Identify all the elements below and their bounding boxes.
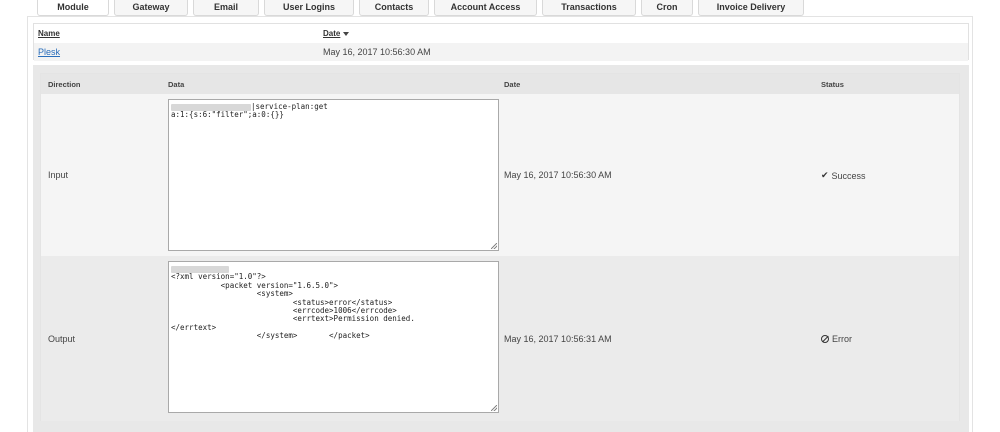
log-detail: Direction Data Date Status Input |servic… bbox=[33, 65, 969, 432]
row-date: May 16, 2017 10:56:30 AM bbox=[504, 170, 612, 180]
name-column-header[interactable]: Name bbox=[38, 29, 60, 38]
direction-value: Input bbox=[48, 170, 69, 180]
data-line: <errtext>Permission denied. bbox=[171, 314, 415, 324]
tab-transactions[interactable]: Transactions bbox=[542, 0, 636, 16]
tab-contacts[interactable]: Contacts bbox=[359, 0, 429, 16]
tab-invoice-delivery[interactable]: Invoice Delivery bbox=[698, 0, 804, 16]
date-column-header[interactable]: Date bbox=[323, 29, 350, 38]
status-badge: ✔ Success bbox=[821, 170, 866, 181]
detail-row-output: Output <?xml version="1.0"?> <packet ver… bbox=[41, 256, 959, 421]
tab-user-logins[interactable]: User Logins bbox=[264, 0, 354, 16]
status-text: Success bbox=[831, 170, 866, 181]
module-log-panel: Name Date Plesk May 16, 2017 10:56:30 AM… bbox=[27, 16, 973, 432]
data-line: </system> </packet> bbox=[171, 331, 370, 341]
check-icon: ✔ bbox=[821, 170, 829, 180]
status-header: Status bbox=[821, 80, 844, 89]
tab-email[interactable]: Email bbox=[193, 0, 259, 16]
resize-handle-icon[interactable] bbox=[491, 405, 497, 411]
tab-account-access[interactable]: Account Access bbox=[434, 0, 537, 16]
data-line: a:1:{s:6:"filter";a:0:{}} bbox=[171, 110, 284, 120]
tab-cron[interactable]: Cron bbox=[641, 0, 693, 16]
direction-header: Direction bbox=[48, 80, 81, 89]
detail-row-input: Input |service-plan:get a:1:{s:6:"filter… bbox=[41, 94, 959, 256]
tab-module[interactable]: Module bbox=[37, 0, 109, 16]
status-text: Error bbox=[832, 334, 852, 344]
detail-table: Direction Data Date Status Input |servic… bbox=[40, 73, 960, 421]
direction-value: Output bbox=[48, 334, 76, 344]
log-table: Name Date Plesk May 16, 2017 10:56:30 AM bbox=[33, 23, 969, 61]
output-data-textarea[interactable]: <?xml version="1.0"?> <packet version="1… bbox=[168, 261, 499, 413]
ban-icon bbox=[821, 335, 829, 343]
detail-table-header: Direction Data Date Status bbox=[41, 74, 959, 94]
status-badge: Error bbox=[821, 334, 852, 344]
tab-gateway[interactable]: Gateway bbox=[114, 0, 188, 16]
date-header: Date bbox=[504, 80, 521, 89]
data-header: Data bbox=[168, 80, 185, 89]
tab-bar: Module Gateway Email User Logins Contact… bbox=[37, 0, 809, 16]
log-date: May 16, 2017 10:56:30 AM bbox=[323, 47, 431, 57]
resize-handle-icon[interactable] bbox=[491, 243, 497, 249]
log-table-header: Name Date bbox=[34, 24, 968, 43]
row-date: May 16, 2017 10:56:31 AM bbox=[504, 334, 612, 344]
date-header-label: Date bbox=[323, 29, 341, 38]
sort-desc-icon bbox=[343, 31, 350, 36]
input-data-textarea[interactable]: |service-plan:get a:1:{s:6:"filter";a:0:… bbox=[168, 99, 499, 251]
module-name-link[interactable]: Plesk bbox=[38, 47, 60, 57]
table-row[interactable]: Plesk May 16, 2017 10:56:30 AM bbox=[34, 43, 968, 61]
